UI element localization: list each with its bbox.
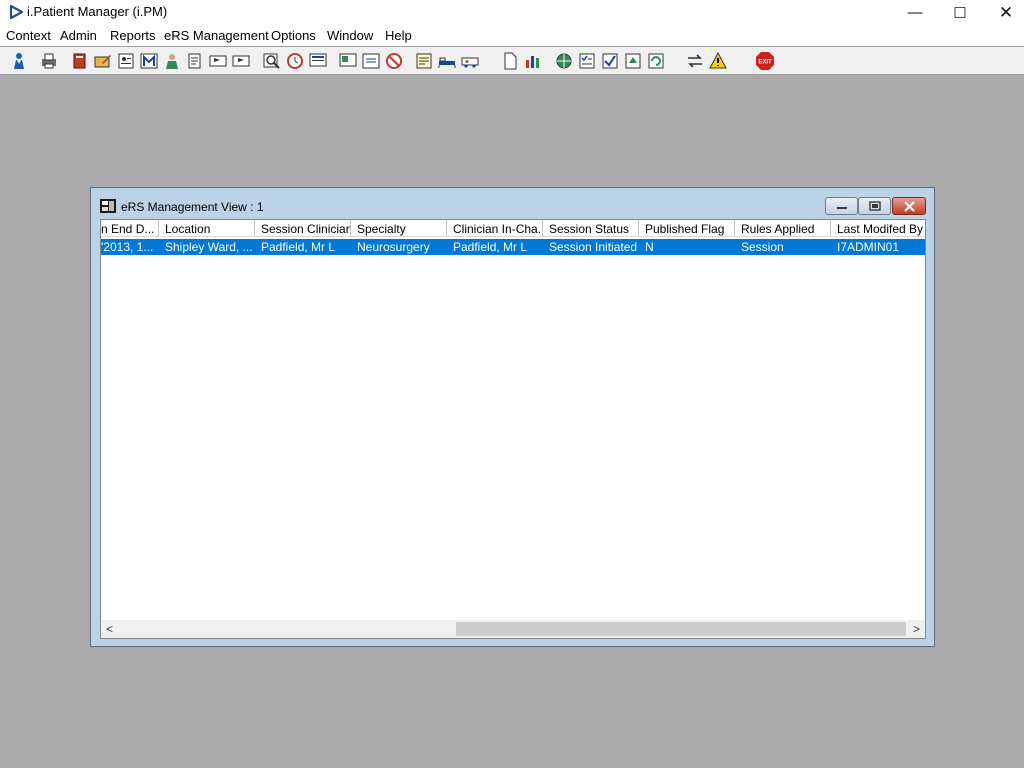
svg-text:EXIT: EXIT: [758, 60, 772, 66]
table-row[interactable]: '2013, 1... Shipley Ward, ... Padfield, …: [101, 239, 925, 255]
menu-reports[interactable]: Reports: [110, 28, 156, 43]
cell-published-flag: N: [645, 240, 654, 254]
app-play-icon: [8, 4, 24, 20]
menu-context[interactable]: Context: [6, 28, 51, 43]
minimize-button[interactable]: —: [892, 0, 938, 25]
close-button[interactable]: ✕: [983, 0, 1024, 25]
ambulance-icon[interactable]: [460, 51, 480, 71]
col-header-last-modified-by[interactable]: Last Modifed By: [831, 220, 925, 237]
person-icon[interactable]: [9, 51, 29, 71]
form-icon[interactable]: [361, 51, 381, 71]
col-header-clinician-in-charge[interactable]: Clinician In-Cha...: [447, 220, 543, 237]
no-entry-icon[interactable]: [384, 51, 404, 71]
patient-record-icon[interactable]: [116, 51, 136, 71]
search-icon[interactable]: [262, 51, 282, 71]
flag-icon[interactable]: [208, 51, 228, 71]
clock-icon[interactable]: [285, 51, 305, 71]
menu-help[interactable]: Help: [385, 28, 412, 43]
screen-icon[interactable]: [338, 51, 358, 71]
m-icon[interactable]: [139, 51, 159, 71]
child-restore-button[interactable]: [858, 197, 891, 215]
cell-specialty: Neurosurgery: [357, 240, 430, 254]
warning-icon[interactable]: [708, 51, 728, 71]
monitor-icon[interactable]: [308, 51, 328, 71]
cell-location: Shipley Ward, ...: [165, 240, 253, 254]
window-app-icon: [100, 198, 116, 214]
app-title: i.Patient Manager (i.PM): [27, 4, 168, 19]
exit-icon[interactable]: EXIT: [755, 51, 775, 71]
grid-header: n End D... Location Session Clinician Sp…: [101, 220, 925, 238]
green-arrows-icon[interactable]: [623, 51, 643, 71]
document-icon[interactable]: [500, 51, 520, 71]
chart-icon[interactable]: [523, 51, 543, 71]
book-icon[interactable]: [70, 51, 90, 71]
menu-options[interactable]: Options: [271, 28, 316, 43]
menu-ers-management[interactable]: eRS Management: [164, 28, 269, 43]
col-header-session-clinician[interactable]: Session Clinician: [255, 220, 351, 237]
col-header-end-date[interactable]: n End D...: [101, 220, 159, 237]
cell-last-modified-by: I7ADMIN01: [837, 240, 900, 254]
note-icon[interactable]: [414, 51, 434, 71]
toolbar: EXIT: [0, 47, 1024, 75]
col-header-rules-applied[interactable]: Rules Applied: [735, 220, 831, 237]
cell-end-date: '2013, 1...: [101, 240, 154, 254]
col-header-published-flag[interactable]: Published Flag: [639, 220, 735, 237]
child-minimize-button[interactable]: [825, 197, 858, 215]
bed-icon[interactable]: [437, 51, 457, 71]
cell-rules-applied: Session: [741, 240, 784, 254]
ers-management-window: eRS Management View : 1 n End D... Locat…: [90, 187, 935, 647]
ers-session-grid: n End D... Location Session Clinician Sp…: [100, 219, 926, 639]
cell-session-status: Session Initiated: [549, 240, 638, 254]
col-header-specialty[interactable]: Specialty: [351, 220, 447, 237]
col-header-session-status[interactable]: Session Status: [543, 220, 639, 237]
doctor-icon[interactable]: [162, 51, 182, 71]
checklist-icon[interactable]: [577, 51, 597, 71]
folder-edit-icon[interactable]: [93, 51, 113, 71]
scroll-left-button[interactable]: <: [101, 620, 118, 638]
child-window-title: eRS Management View : 1: [121, 200, 264, 214]
refresh-icon[interactable]: [646, 51, 666, 71]
col-header-location[interactable]: Location: [159, 220, 255, 237]
cell-clinician-in-charge: Padfield, Mr L: [453, 240, 528, 254]
swap-icon[interactable]: [685, 51, 705, 71]
maximize-button[interactable]: ☐: [937, 0, 983, 25]
printer-icon[interactable]: [39, 51, 59, 71]
menu-window[interactable]: Window: [327, 28, 373, 43]
notepad-icon[interactable]: [185, 51, 205, 71]
child-close-button[interactable]: [892, 197, 926, 215]
flag-alt-icon[interactable]: [231, 51, 251, 71]
check-icon[interactable]: [600, 51, 620, 71]
globe-icon[interactable]: [554, 51, 574, 71]
scroll-thumb[interactable]: [456, 622, 906, 636]
menu-admin[interactable]: Admin: [60, 28, 97, 43]
child-titlebar: eRS Management View : 1: [91, 188, 934, 219]
horizontal-scrollbar[interactable]: < >: [101, 620, 925, 638]
app-titlebar: i.Patient Manager (i.PM) — ☐ ✕: [0, 0, 1024, 25]
scroll-right-button[interactable]: >: [908, 620, 925, 638]
menu-bar: Context Admin Reports eRS Management Opt…: [0, 25, 1024, 47]
cell-session-clinician: Padfield, Mr L: [261, 240, 336, 254]
